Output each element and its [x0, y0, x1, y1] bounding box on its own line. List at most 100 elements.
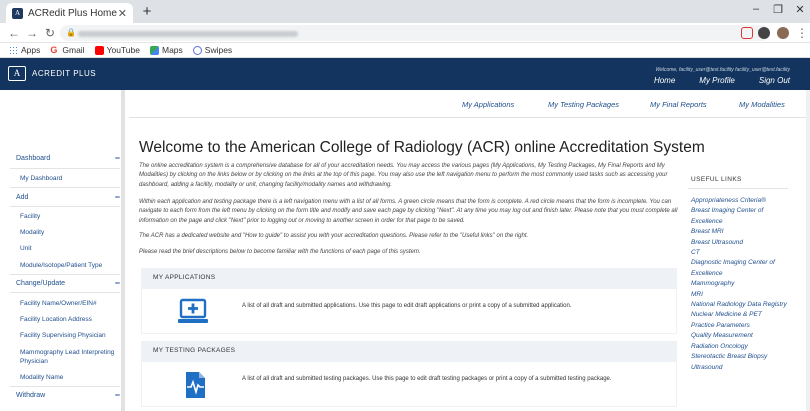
computer-add-icon[interactable] [178, 297, 208, 327]
minimize-icon[interactable]: – [748, 3, 764, 15]
nav-home[interactable]: Home [654, 76, 675, 85]
maps-icon [149, 45, 159, 55]
useful-link-stereotactic[interactable]: Stereotactic Breast Biopsy [691, 352, 791, 362]
sidebar-item-facility-location[interactable]: Facility Location Address [20, 315, 120, 324]
useful-link-ct[interactable]: CT [691, 248, 791, 258]
window-close-icon[interactable]: ✕ [792, 3, 808, 16]
app-logo[interactable]: A ACREDIT PLUS [8, 66, 96, 81]
useful-link-radiation-oncology[interactable]: Radiation Oncology [691, 342, 791, 352]
bookmark-swipes[interactable]: Swipes [192, 45, 233, 55]
welcome-text: Welcome, facility_user@test.facility fac… [655, 67, 790, 73]
useful-link-practice-parameters[interactable]: Practice Parameters [691, 321, 791, 331]
sidebar-item-modality[interactable]: Modality [20, 228, 120, 237]
acr-logo-icon: A [8, 66, 26, 81]
collapse-minus-icon[interactable]: − [115, 279, 120, 288]
bookmark-apps[interactable]: Apps [9, 45, 40, 55]
app-name: ACREDIT PLUS [32, 69, 97, 78]
sidebar-item-unit[interactable]: Unit [20, 244, 120, 253]
forward-arrow-icon[interactable]: → [24, 25, 40, 41]
browser-tabstrip: A ACRedit Plus Home ✕ + – ❐ ✕ [0, 0, 810, 23]
sidebar-item-module-isotope[interactable]: Module/Isotope/Patient Type [20, 261, 120, 270]
sidebar-section-add[interactable]: Add − [16, 193, 120, 202]
divider [10, 206, 120, 207]
divider [688, 188, 788, 189]
nav-my-profile[interactable]: My Profile [699, 76, 735, 85]
nav-sign-out[interactable]: Sign Out [759, 76, 790, 85]
reload-icon[interactable]: ↻ [42, 25, 58, 41]
bookmark-label: Maps [161, 45, 183, 55]
useful-links-title: USEFUL LINKS [691, 176, 742, 183]
useful-link-breast-mri[interactable]: Breast MRI [691, 227, 791, 237]
sidebar-item-my-dashboard[interactable]: My Dashboard [20, 174, 120, 183]
bookmark-gmail[interactable]: G Gmail [50, 45, 84, 55]
divider [10, 187, 120, 188]
sidebar-section-change-update[interactable]: Change/Update − [16, 279, 120, 288]
useful-link-ultrasound[interactable]: Ultrasound [691, 363, 791, 373]
bookmark-youtube[interactable]: YouTube [94, 45, 140, 55]
card-my-applications: MY APPLICATIONS A list of all draft and … [141, 268, 677, 334]
card-body: A list of all draft and submitted applic… [141, 288, 677, 334]
page-title: Welcome to the American College of Radio… [139, 139, 705, 156]
useful-link-diagnostic-imaging[interactable]: Diagnostic Imaging Center of Excellence [691, 258, 791, 279]
collapse-minus-icon[interactable]: − [115, 154, 120, 163]
file-waveform-icon[interactable] [180, 370, 210, 400]
youtube-icon [94, 45, 104, 55]
close-icon[interactable]: ✕ [118, 7, 127, 20]
tab-my-testing-packages[interactable]: My Testing Packages [548, 100, 619, 109]
avatar[interactable] [777, 27, 789, 39]
useful-link-nuclear-medicine[interactable]: Nuclear Medicine & PET [691, 310, 791, 320]
tab-my-modalities[interactable]: My Modalities [739, 100, 785, 109]
forms-paragraph: Within each application and testing pack… [139, 199, 678, 224]
url-text-blurred [78, 30, 298, 37]
help-paragraph: The ACR has a dedicated website and "How… [139, 233, 529, 239]
sidebar-item-supervising-physician[interactable]: Facility Supervising Physician [20, 331, 120, 340]
left-sidebar: Dashboard − My Dashboard Add − Facility … [0, 90, 125, 411]
new-tab-button[interactable]: + [139, 3, 155, 21]
sidebar-section-dashboard[interactable]: Dashboard − [16, 154, 120, 163]
divider [10, 292, 120, 293]
sub-nav: My Applications My Testing Packages My F… [129, 90, 810, 118]
useful-link-nrdr[interactable]: National Radiology Data Registry [691, 300, 791, 310]
bookmark-label: Gmail [62, 45, 85, 55]
bookmark-label: Swipes [204, 45, 233, 55]
maximize-icon[interactable]: ❐ [770, 3, 786, 16]
app-header: A ACREDIT PLUS Welcome, facility_user@te… [0, 58, 810, 90]
sidebar-item-facility[interactable]: Facility [20, 212, 120, 221]
collapse-minus-icon[interactable]: − [115, 391, 120, 400]
url-field[interactable]: 🔒 ☆ [60, 25, 770, 41]
sidebar-section-label: Change/Update [16, 280, 66, 287]
card-my-testing-packages: MY TESTING PACKAGES A list of all draft … [141, 341, 677, 407]
useful-link-quality-measurement[interactable]: Quality Measurement [691, 331, 791, 341]
sidebar-item-mammography-lead[interactable]: Mammography Lead Interpreting Physician [20, 348, 120, 366]
sidebar-section-withdraw[interactable]: Withdraw − [16, 391, 120, 400]
card-description: A list of all draft and submitted applic… [242, 303, 572, 309]
useful-link-appropriateness[interactable]: Appropriateness Criteria® [691, 196, 791, 206]
bookmark-label: YouTube [106, 45, 140, 55]
sidebar-item-facility-name[interactable]: Facility Name/Owner/EIN# [20, 299, 120, 308]
useful-link-mammography[interactable]: Mammography [691, 279, 791, 289]
sidebar-section-label: Withdraw [16, 392, 46, 399]
useful-link-breast-imaging-center[interactable]: Breast Imaging Center of Excellence [691, 206, 791, 227]
top-nav: Home My Profile Sign Out [654, 76, 790, 85]
sidebar-item-modality-name[interactable]: Modality Name [20, 373, 120, 382]
bookmark-maps[interactable]: Maps [149, 45, 183, 55]
extension-circle-icon[interactable] [758, 27, 770, 39]
page-scrollbar[interactable] [806, 90, 810, 411]
tab-my-final-reports[interactable]: My Final Reports [650, 100, 707, 109]
useful-link-breast-ultrasound[interactable]: Breast Ultrasound [691, 238, 791, 248]
bookmarks-bar: Apps G Gmail YouTube Maps Swipes [0, 43, 810, 58]
tab-my-applications[interactable]: My Applications [462, 100, 514, 109]
card-body: A list of all draft and submitted testin… [141, 361, 677, 407]
descriptions-paragraph: Please read the brief descriptions below… [139, 249, 421, 255]
sidebar-section-label: Dashboard [16, 155, 51, 162]
collapse-minus-icon[interactable]: − [115, 193, 120, 202]
useful-link-mri[interactable]: MRI [691, 290, 791, 300]
kebab-menu-icon[interactable]: ⋮ [794, 25, 810, 41]
acr-favicon-icon: A [12, 7, 23, 19]
useful-links-list: Appropriateness Criteria® Breast Imaging… [691, 196, 791, 373]
swipes-icon [192, 45, 202, 55]
browser-tab[interactable]: A ACRedit Plus Home ✕ [6, 3, 133, 23]
back-arrow-icon[interactable]: ← [6, 25, 22, 41]
extension-shield-icon[interactable] [741, 27, 753, 39]
intro-paragraph: The online accreditation system is a com… [139, 163, 668, 188]
